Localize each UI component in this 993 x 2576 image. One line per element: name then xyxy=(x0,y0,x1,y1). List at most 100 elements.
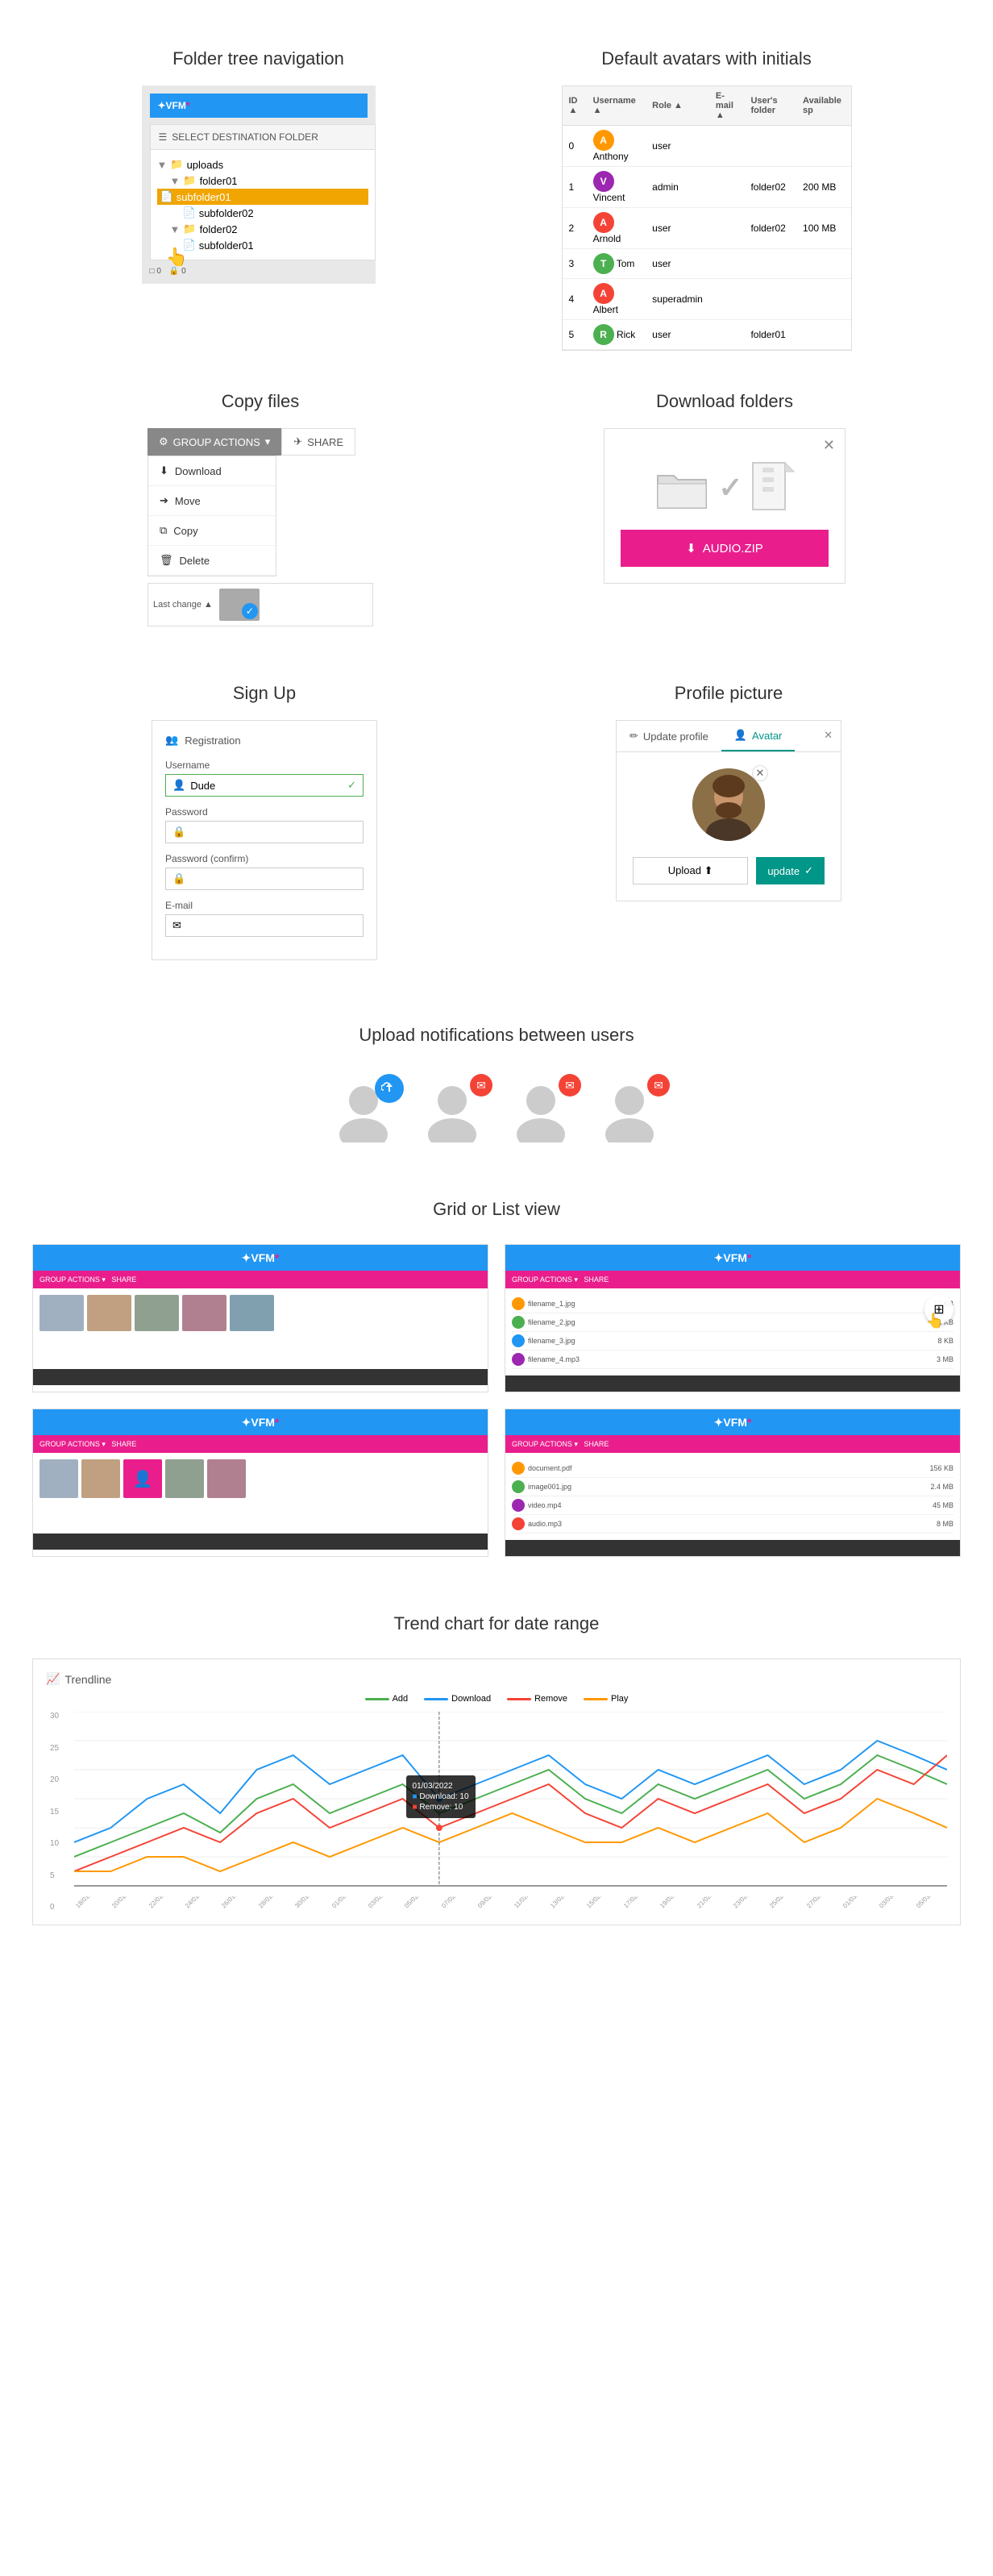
folder-tree-widget: ☰ SELECT DESTINATION FOLDER ▼ 📁 uploads … xyxy=(150,124,376,260)
username-input[interactable] xyxy=(190,780,343,792)
delete-icon: 🗑 xyxy=(160,554,173,567)
update-button[interactable]: update ✓ xyxy=(756,857,825,884)
preview-header-3: ✦VFM* xyxy=(33,1409,488,1435)
folder-tree-title: Folder tree navigation xyxy=(142,24,376,85)
profile-close-button[interactable]: ✕ xyxy=(824,729,833,742)
trendline-icon: 📈 xyxy=(46,1672,60,1686)
chart-container: 📈 Trendline Add Download Remove xyxy=(32,1658,961,1925)
email-input[interactable] xyxy=(186,920,356,932)
folder-label: subfolder02 xyxy=(199,207,254,219)
x-axis: 18/01/2022 20/01/2022 22/01/2022 24/01/2… xyxy=(74,1896,947,1912)
trend-chart-title: Trend chart for date range xyxy=(32,1589,961,1650)
password-input[interactable] xyxy=(190,826,356,839)
dropdown-menu: ⬇ Download ➔ Move ⧉ Copy 🗑 Delete xyxy=(147,456,276,576)
password-confirm-wrap: 🔒 xyxy=(165,868,364,890)
folder-download-icons: ✓ xyxy=(621,461,829,514)
grid-list-title: Grid or List view xyxy=(32,1175,961,1236)
thumb-2 xyxy=(87,1295,131,1331)
vfm-logo-2: ✦VFM* xyxy=(714,1251,752,1265)
file-icon: 📄 xyxy=(183,239,196,252)
list-item: filename_2.jpg 24 KB xyxy=(512,1313,954,1332)
user-icon: 👥 xyxy=(165,734,178,747)
preview-header-4: ✦VFM* xyxy=(505,1409,960,1435)
folder-expand-icon: ▼ xyxy=(170,223,181,235)
audio-zip-button[interactable]: ⬇ AUDIO.ZIP xyxy=(621,530,829,567)
tooltip-date: 01/03/2022 xyxy=(413,1782,469,1791)
avatars-table: ID ▲ Username ▲ Role ▲ E-mail ▲ User's f… xyxy=(562,85,852,351)
avatar-remove-button[interactable]: ✕ xyxy=(752,765,768,781)
tree-item-subfolder02[interactable]: 📄 subfolder02 xyxy=(157,205,368,221)
tab-avatar[interactable]: 👤 Avatar xyxy=(721,721,796,751)
folder-label: folder01 xyxy=(200,175,238,187)
password-confirm-label: Password (confirm) xyxy=(165,853,364,864)
group-actions-button[interactable]: ⚙ GROUP ACTIONS ▾ xyxy=(147,428,281,456)
list-item: audio.mp3 8 MB xyxy=(512,1515,954,1534)
upload-button[interactable]: Upload ⬆ xyxy=(633,857,748,884)
user-field-icon: 👤 xyxy=(172,779,185,792)
dropdown-arrow-icon: ▾ xyxy=(265,435,271,448)
lock-icon-2: 🔒 xyxy=(172,872,185,885)
table-row: 0 A Anthony user xyxy=(563,126,851,167)
list-item: filename_4.mp3 3 MB xyxy=(512,1350,954,1369)
preview-footer-1 xyxy=(33,1369,488,1385)
thumb-g-2 xyxy=(81,1459,120,1498)
table-row: 5 R Rick user folder01 xyxy=(563,320,851,350)
user-notif-2: ✉ xyxy=(420,1078,484,1142)
group-actions-widget: ⚙ GROUP ACTIONS ▾ ✈ SHARE ⬇ Download xyxy=(147,428,373,626)
dropdown-item-delete[interactable]: 🗑 Delete xyxy=(148,546,276,576)
list-item: image001.jpg 2.4 MB xyxy=(512,1478,954,1496)
tree-item-folder02[interactable]: ▼ 📁 folder02 xyxy=(157,221,368,237)
group-actions-bar: ⚙ GROUP ACTIONS ▾ ✈ SHARE xyxy=(147,428,373,456)
move-icon: ➔ xyxy=(160,494,168,507)
preview-2: ✦VFM* GROUP ACTIONS ▾ SHARE filename_1.j… xyxy=(505,1244,961,1392)
close-button[interactable]: ✕ xyxy=(823,437,835,454)
signup-section: Sign Up 👥 Registration Username 👤 ✓ xyxy=(152,659,377,960)
chart-svg-container: 01/03/2022 ■ Download: 10 ■ Remove: 10 xyxy=(74,1712,947,1893)
chart-trendline-title: 📈 Trendline xyxy=(46,1672,947,1686)
user-notif-3: ✉ xyxy=(509,1078,573,1142)
preview-body-2: filename_1.jpg 12 KB filename_2.jpg 24 K… xyxy=(505,1288,960,1375)
password-confirm-input[interactable] xyxy=(190,873,356,885)
file-list: filename_1.jpg 12 KB filename_2.jpg 24 K… xyxy=(512,1295,954,1369)
upload-icon: ⬆ xyxy=(704,864,713,876)
folder-icon: 📁 xyxy=(183,223,196,235)
tree-item-folder02-subfolder01[interactable]: 📄 subfolder01 xyxy=(157,237,368,253)
chart-wrapper: 30 25 20 15 10 5 0 xyxy=(74,1712,947,1912)
pink-subheader-2: GROUP ACTIONS ▾ SHARE xyxy=(505,1271,960,1288)
tree-item-uploads[interactable]: ▼ 📁 uploads xyxy=(157,156,368,173)
download-folders-title: Download folders xyxy=(604,367,846,428)
check-icon: ✓ xyxy=(804,864,813,877)
table-row: 4 A Albert superadmin xyxy=(563,279,851,320)
tree-item-folder01[interactable]: ▼ 📁 folder01 xyxy=(157,173,368,189)
tab-update-profile[interactable]: ✏ Update profile xyxy=(617,721,721,751)
col-username: Username ▲ xyxy=(587,86,646,126)
preview-3: ✦VFM* GROUP ACTIONS ▾ SHARE 👤 xyxy=(32,1409,488,1557)
share-button[interactable]: ✈ SHARE xyxy=(281,428,355,456)
tooltip-download: ■ Download: 10 xyxy=(413,1792,469,1801)
thumb-g-4 xyxy=(165,1459,204,1498)
username-input-wrap: 👤 ✓ xyxy=(165,774,364,797)
preview-1: ✦VFM* GROUP ACTIONS ▾ SHARE xyxy=(32,1244,488,1392)
upload-cloud-badge xyxy=(375,1074,404,1103)
preview-header-2: ✦VFM* xyxy=(505,1245,960,1271)
user-notif-4: ✉ xyxy=(597,1078,662,1142)
grid-list-section: Grid or List view ✦VFM* GROUP ACTIONS ▾ … xyxy=(0,1167,993,1581)
table-row: 1 V Vincent admin folder02 200 MB xyxy=(563,167,851,208)
pink-subheader-4: GROUP ACTIONS ▾ SHARE xyxy=(505,1435,960,1453)
download-line xyxy=(74,1741,947,1842)
col-email: E-mail ▲ xyxy=(709,86,745,126)
legend-download: Download xyxy=(424,1694,491,1704)
legend-remove-color xyxy=(507,1698,531,1700)
dropdown-item-move[interactable]: ➔ Move xyxy=(148,486,276,516)
email-label: E-mail xyxy=(165,900,364,911)
legend-add: Add xyxy=(365,1694,409,1704)
list-icon: ☰ xyxy=(159,131,168,143)
person-icon: 👤 xyxy=(734,729,747,742)
upload-notifications-section: Upload notifications between users xyxy=(0,984,993,1167)
download-folders-widget: ✕ ✓ xyxy=(604,428,846,584)
dropdown-item-download[interactable]: ⬇ Download xyxy=(148,456,276,486)
dropdown-item-copy[interactable]: ⧉ Copy xyxy=(148,516,276,546)
mail-badge-2: ✉ xyxy=(470,1074,492,1097)
tree-item-subfolder01[interactable]: 📄 subfolder01 xyxy=(157,189,368,205)
grid-view-toggle-button[interactable]: ⊞ xyxy=(924,1295,954,1324)
